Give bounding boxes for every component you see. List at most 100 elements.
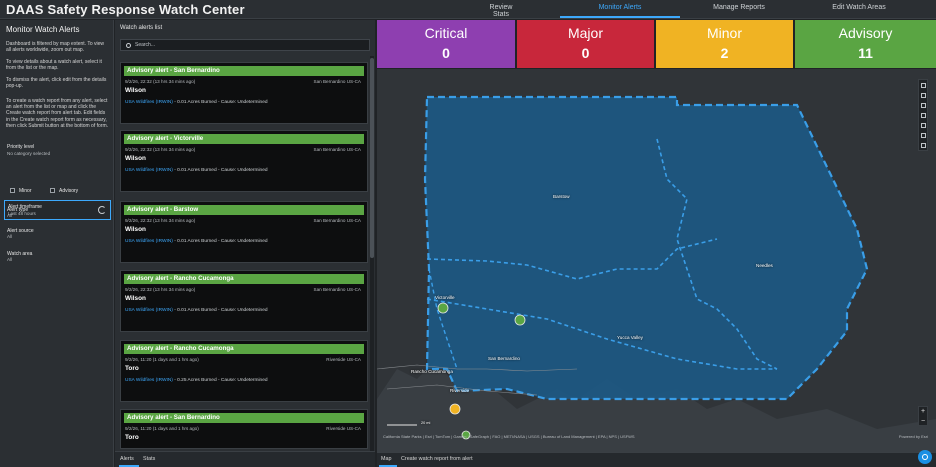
powered-by[interactable]: Powered by Esri xyxy=(899,434,928,439)
priority-sub: No category selected xyxy=(7,151,51,156)
instructions-text: To dismiss the alert, click edit from th… xyxy=(6,77,107,90)
search-icon xyxy=(126,43,131,48)
map-view[interactable]: Barstow Needles Victorville Yucca Valley… xyxy=(377,69,936,452)
alert-source-link[interactable]: USA Wildfires (IRWIN) xyxy=(125,100,173,105)
watch-area-value[interactable]: All xyxy=(7,257,12,262)
alert-card[interactable]: Advisory alert - San Bernardino 9/2/26, … xyxy=(120,62,368,124)
alert-detail: USA Wildfires (IRWIN) - 0.25 Acres Burne… xyxy=(125,378,268,383)
alert-detail: USA Wildfires (IRWIN) - 0.01 Acres Burne… xyxy=(125,168,268,173)
alert-detail: USA Wildfires (IRWIN) - 0.01 Acres Burne… xyxy=(125,239,268,244)
checkbox-label: Minor xyxy=(19,187,32,194)
alert-heading: Advisory alert - Rancho Cucamonga xyxy=(124,274,364,284)
alert-name: Toro xyxy=(125,365,139,372)
list-title: Watch alerts list xyxy=(120,25,163,31)
advisory-marker xyxy=(437,302,449,314)
city-label: Barstow xyxy=(553,194,570,199)
alert-source-link[interactable]: USA Wildfires (IRWIN) xyxy=(125,168,173,173)
city-label: Victorville xyxy=(435,295,455,300)
zoom-out-icon[interactable]: − xyxy=(919,417,927,427)
alert-card[interactable]: Advisory alert - Rancho Cucamonga 9/2/26… xyxy=(120,340,368,402)
instructions-text: Dashboard is filtered by map extent. To … xyxy=(6,41,105,54)
alert-name: Wilson xyxy=(125,87,146,94)
bookmark-icon[interactable] xyxy=(921,113,926,118)
checkbox-icon xyxy=(50,188,55,193)
list-scrollbar[interactable] xyxy=(370,56,374,456)
alert-location: Riverside US-CA xyxy=(326,426,361,431)
alert-name: Wilson xyxy=(125,295,146,302)
major-stat[interactable]: Major 0 xyxy=(517,20,654,68)
minor-checkbox[interactable]: Minor xyxy=(10,186,32,195)
filter-panel: Monitor Watch Alerts Dashboard is filter… xyxy=(0,20,114,467)
critical-stat[interactable]: Critical 0 xyxy=(377,20,515,68)
alert-time: 9/2/26, 11:20 (1 days and 1 hrs ago) xyxy=(125,357,199,362)
city-label: Rancho Cucamonga xyxy=(411,369,453,374)
alert-card[interactable]: Advisory alert - San Bernardino 9/2/26, … xyxy=(120,409,368,449)
tab-edit-watch-areas[interactable]: Edit Watch Areas xyxy=(832,4,886,11)
zoom-control: + − xyxy=(918,406,928,426)
advisory-stat[interactable]: Advisory 11 xyxy=(795,20,936,68)
app-header: DAAS Safety Response Watch Center Review… xyxy=(0,0,936,19)
alert-detail: USA Wildfires (IRWIN) - 0.01 Acres Burne… xyxy=(125,308,268,313)
basemap-icon[interactable] xyxy=(921,133,926,138)
alerts-list-panel: Watch alerts list Search... Advisory ale… xyxy=(115,20,375,467)
priority-label: Priority level xyxy=(7,144,35,150)
alert-source-value[interactable]: All xyxy=(7,234,12,239)
zoom-in-icon[interactable]: + xyxy=(919,407,927,417)
alert-location: San Bernardino US-CA xyxy=(313,147,362,152)
watch-area-region xyxy=(423,95,869,401)
help-button[interactable] xyxy=(918,450,932,464)
home-icon[interactable] xyxy=(921,83,926,88)
stat-value: 2 xyxy=(720,45,729,61)
alert-card[interactable]: Advisory alert - Rancho Cucamonga 9/2/26… xyxy=(120,270,368,332)
minor-stat[interactable]: Minor 2 xyxy=(656,20,793,68)
advisory-checkbox[interactable]: Advisory xyxy=(50,186,78,195)
checkbox-icon xyxy=(10,188,15,193)
stat-value: 0 xyxy=(442,45,450,61)
legend-icon[interactable] xyxy=(921,103,926,108)
active-tab-indicator xyxy=(560,16,680,18)
tab-alerts[interactable]: Alerts xyxy=(120,456,134,462)
scale-label: 20 mi xyxy=(421,421,431,425)
map-toolbar xyxy=(918,79,928,151)
search-placeholder: Search... xyxy=(135,42,156,48)
city-label: Needles xyxy=(756,263,773,268)
alert-time: 9/2/26, 22:32 (13 hrs 34 mins ago) xyxy=(125,287,196,292)
alert-card[interactable]: Advisory alert - Barstow 9/2/26, 22:32 (… xyxy=(120,201,368,263)
panel-title: Monitor Watch Alerts xyxy=(6,25,80,34)
alert-detail-text: - 0.01 Acres Burned - Cause: Undetermine… xyxy=(172,239,268,244)
alert-heading: Advisory alert - Barstow xyxy=(124,205,364,215)
stat-label: Critical xyxy=(424,25,468,41)
alert-time: 9/2/26, 11:20 (1 days and 1 hrs ago) xyxy=(125,426,199,431)
map-canvas[interactable] xyxy=(377,69,936,452)
search-input[interactable]: Search... xyxy=(120,39,370,51)
alert-detail-text: - 0.25 Acres Burned - Cause: Undetermine… xyxy=(172,378,268,383)
alert-location: Riverside US-CA xyxy=(326,357,361,362)
instructions-text: To create a watch report from any alert,… xyxy=(6,98,108,129)
refresh-icon[interactable] xyxy=(98,206,106,214)
layers-icon[interactable] xyxy=(921,123,926,128)
alert-source-link[interactable]: USA Wildfires (IRWIN) xyxy=(125,378,173,383)
alert-source-link[interactable]: USA Wildfires (IRWIN) xyxy=(125,239,173,244)
alert-source-link[interactable]: USA Wildfires (IRWIN) xyxy=(125,308,173,313)
tab-stats[interactable]: Stats xyxy=(143,456,155,462)
alert-heading: Advisory alert - San Bernardino xyxy=(124,413,364,423)
tab-map[interactable]: Map xyxy=(381,456,392,462)
alert-location: San Bernardino US-CA xyxy=(313,79,362,84)
tab-manage-reports[interactable]: Manage Reports xyxy=(712,4,766,11)
alert-location: San Bernardino US-CA xyxy=(313,287,362,292)
tab-monitor-alerts[interactable]: Monitor Alerts xyxy=(596,4,644,11)
tab-create-report[interactable]: Create watch report from alert xyxy=(401,456,473,462)
search-icon[interactable] xyxy=(921,93,926,98)
alert-time: 9/2/26, 22:32 (13 hrs 34 mins ago) xyxy=(125,147,196,152)
minor-marker xyxy=(449,403,461,415)
scroll-thumb[interactable] xyxy=(370,58,374,258)
stats-row: Critical 0 Major 0 Minor 2 Advisory 11 xyxy=(377,20,936,68)
alert-detail-text: - 0.01 Acres Burned - Cause: Undetermine… xyxy=(172,100,268,105)
stat-label: Advisory xyxy=(838,25,893,41)
alert-type-value[interactable]: All xyxy=(7,213,12,218)
alert-card[interactable]: Advisory alert - Victorville 9/2/26, 22:… xyxy=(120,130,368,192)
stat-value: 11 xyxy=(858,45,873,61)
locate-icon[interactable] xyxy=(921,143,926,148)
tab-review-stats[interactable]: Review Stats xyxy=(482,4,520,18)
alert-detail-text: - 0.01 Acres Burned - Cause: Undetermine… xyxy=(172,168,268,173)
